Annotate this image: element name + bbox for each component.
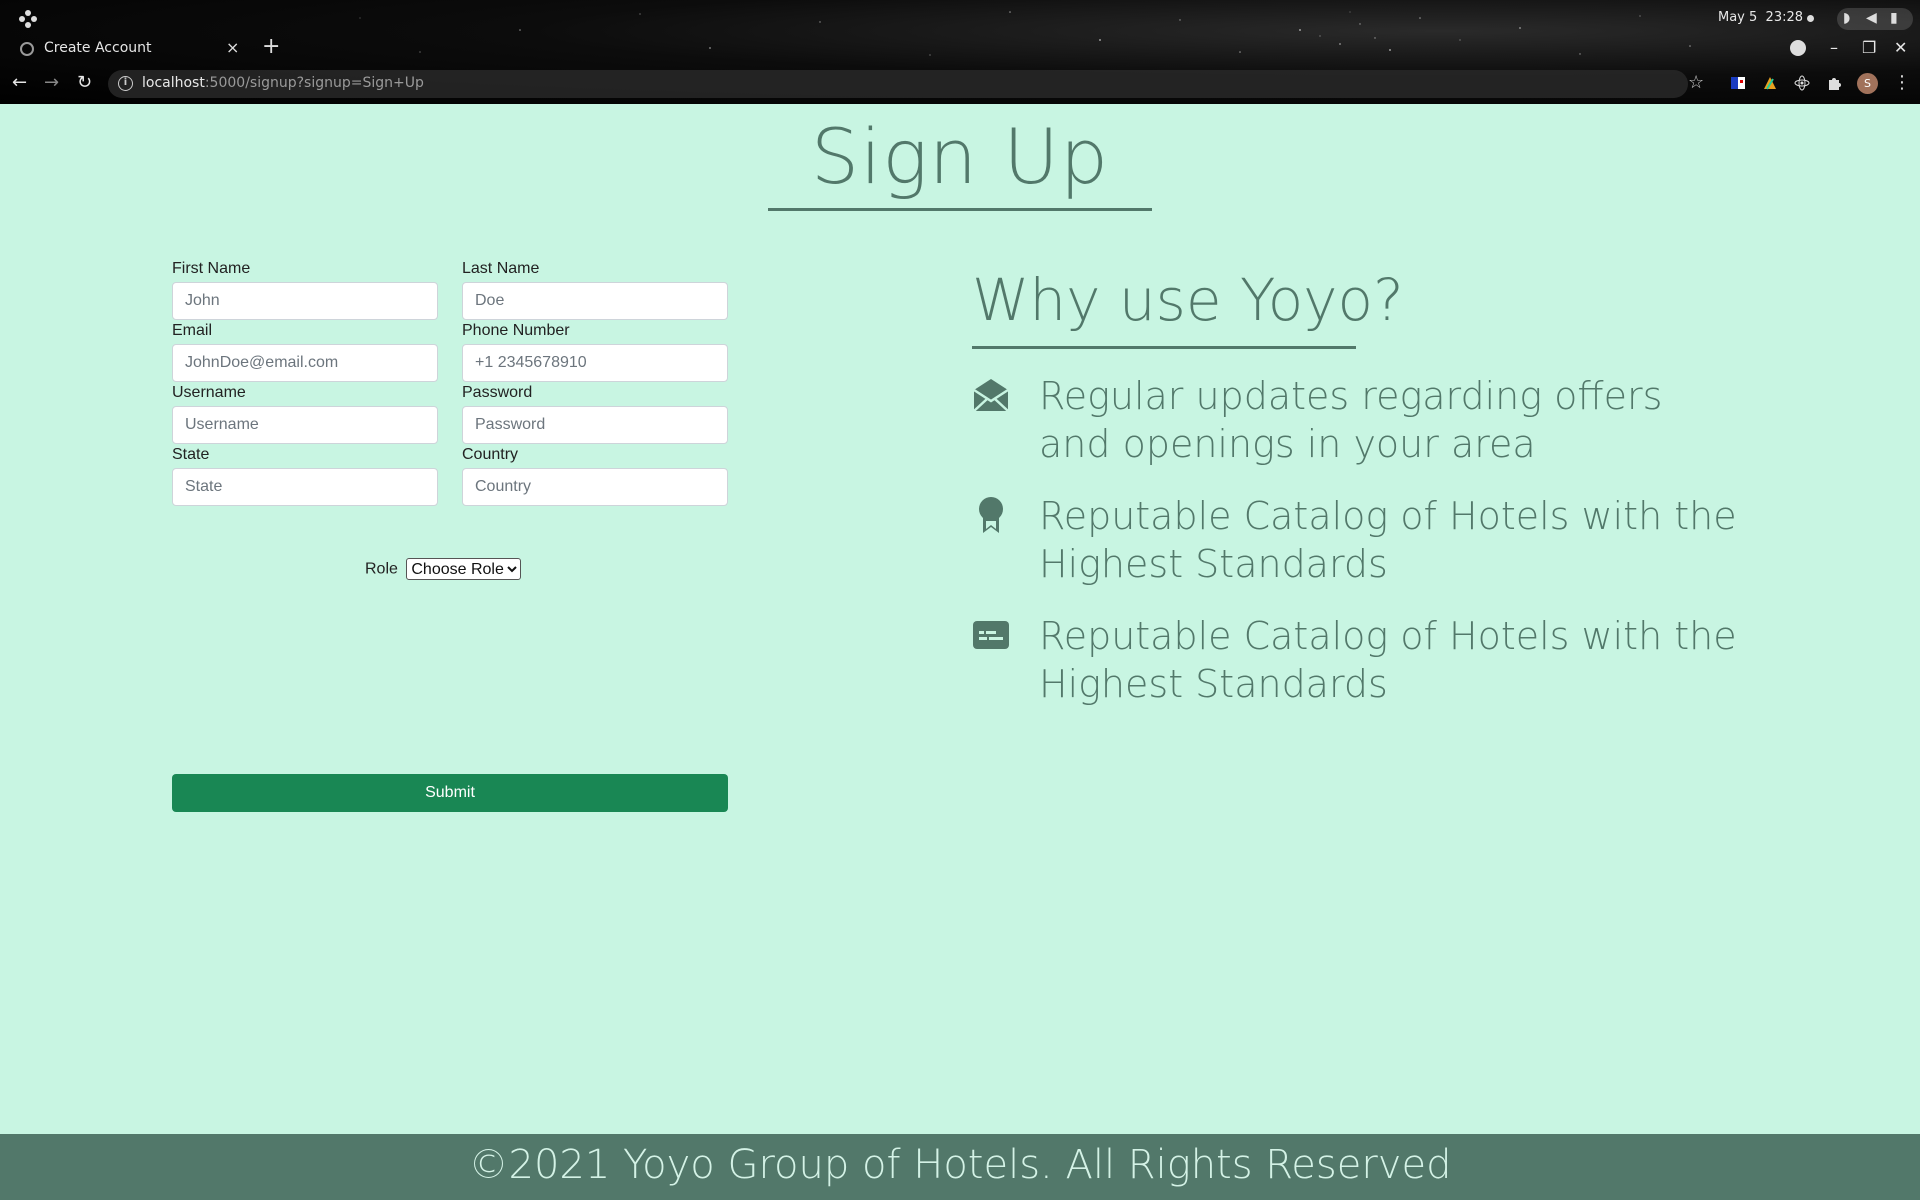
- extension-react-icon[interactable]: [1794, 75, 1810, 91]
- state-input[interactable]: [172, 468, 438, 506]
- why-section: Why use Yoyo? Regular updates regarding …: [972, 266, 1772, 706]
- bookmark-star-icon[interactable]: ☆: [1688, 72, 1704, 93]
- state-label: State: [172, 446, 210, 463]
- password-input[interactable]: [462, 406, 728, 444]
- minimize-icon[interactable]: –: [1830, 38, 1838, 57]
- first-name-input[interactable]: [172, 282, 438, 320]
- os-top-bar: May 5 23:28 ◗ ◀ ▮: [0, 0, 1920, 38]
- close-window-icon[interactable]: ✕: [1894, 38, 1907, 57]
- first-name-label: First Name: [172, 260, 251, 277]
- phone-group: Phone Number: [462, 322, 728, 382]
- volume-icon: ◀: [1866, 10, 1877, 26]
- country-group: Country: [462, 446, 728, 506]
- browser-chrome: May 5 23:28 ◗ ◀ ▮ Create Account × + – ❐…: [0, 0, 1920, 104]
- os-clock[interactable]: May 5 23:28: [1718, 10, 1803, 25]
- wifi-icon: ◗: [1843, 10, 1851, 26]
- title-underline: [768, 208, 1152, 211]
- address-bar[interactable]: i localhost:5000/signup?signup=Sign+Up ☆: [108, 70, 1704, 98]
- username-group: Username: [172, 384, 438, 444]
- country-label: Country: [462, 446, 519, 463]
- password-label: Password: [462, 384, 533, 401]
- award-icon: [979, 497, 1003, 533]
- email-input[interactable]: [172, 344, 438, 382]
- role-row: Role Choose Role: [365, 558, 522, 580]
- email-group: Email: [172, 322, 438, 382]
- reload-icon[interactable]: ↻: [77, 72, 92, 93]
- globe-icon: [20, 42, 34, 56]
- username-label: Username: [172, 384, 246, 401]
- restore-icon[interactable]: ❐: [1862, 38, 1876, 57]
- last-name-group: Last Name: [462, 260, 728, 320]
- os-time: 23:28: [1765, 10, 1804, 25]
- browser-menu-icon[interactable]: ⋮: [1893, 72, 1911, 93]
- tab-create-account[interactable]: Create Account ×: [8, 34, 248, 64]
- card-icon: [973, 621, 1009, 649]
- os-date: May 5: [1718, 10, 1758, 25]
- role-select[interactable]: Choose Role: [406, 558, 522, 580]
- profile-avatar[interactable]: S: [1857, 73, 1878, 94]
- page-title: Sign Up: [810, 112, 1110, 201]
- envelope-open-icon: [973, 379, 1009, 412]
- username-input[interactable]: [172, 406, 438, 444]
- password-group: Password: [462, 384, 728, 444]
- forward-icon[interactable]: →: [44, 72, 59, 93]
- why-underline: [972, 346, 1356, 349]
- battery-icon: ▮: [1890, 10, 1898, 26]
- new-tab-button[interactable]: +: [262, 34, 280, 59]
- url-text: localhost:5000/signup?signup=Sign+Up: [142, 75, 424, 91]
- benefit-text: Reputable Catalog of Hotels with the Hig…: [1039, 614, 1737, 706]
- email-label: Email: [172, 322, 213, 339]
- site-info-icon[interactable]: i: [118, 76, 133, 91]
- signup-page: Sign Up First Name Last Name Email Phone…: [0, 104, 1920, 1134]
- url-path: :5000/signup?signup=Sign+Up: [204, 75, 424, 91]
- state-group: State: [172, 446, 438, 506]
- page-footer: ©2021 Yoyo Group of Hotels. All Rights R…: [0, 1134, 1920, 1200]
- submit-button[interactable]: Submit: [172, 774, 728, 812]
- benefit-text: Regular updates regarding offers and ope…: [1039, 374, 1663, 466]
- activities-icon[interactable]: [18, 9, 38, 29]
- url-host: localhost: [142, 75, 205, 91]
- role-label: Role: [365, 560, 398, 578]
- benefit-text: Reputable Catalog of Hotels with the Hig…: [1039, 494, 1737, 586]
- last-name-input[interactable]: [462, 282, 728, 320]
- why-title: Why use Yoyo?: [972, 266, 1404, 334]
- phone-label: Phone Number: [462, 322, 570, 339]
- extension-flag-icon[interactable]: [1730, 75, 1746, 91]
- first-name-group: First Name: [172, 260, 438, 320]
- close-tab-icon[interactable]: ×: [226, 38, 239, 57]
- extension-color-icon[interactable]: [1762, 75, 1778, 91]
- phone-input[interactable]: [462, 344, 728, 382]
- extensions-puzzle-icon[interactable]: [1826, 75, 1842, 91]
- notification-dot-icon: [1807, 15, 1814, 22]
- tab-title: Create Account: [44, 40, 152, 56]
- back-icon[interactable]: ←: [12, 72, 27, 93]
- last-name-label: Last Name: [462, 260, 540, 277]
- country-input[interactable]: [462, 468, 728, 506]
- tab-search-icon[interactable]: [1790, 40, 1806, 56]
